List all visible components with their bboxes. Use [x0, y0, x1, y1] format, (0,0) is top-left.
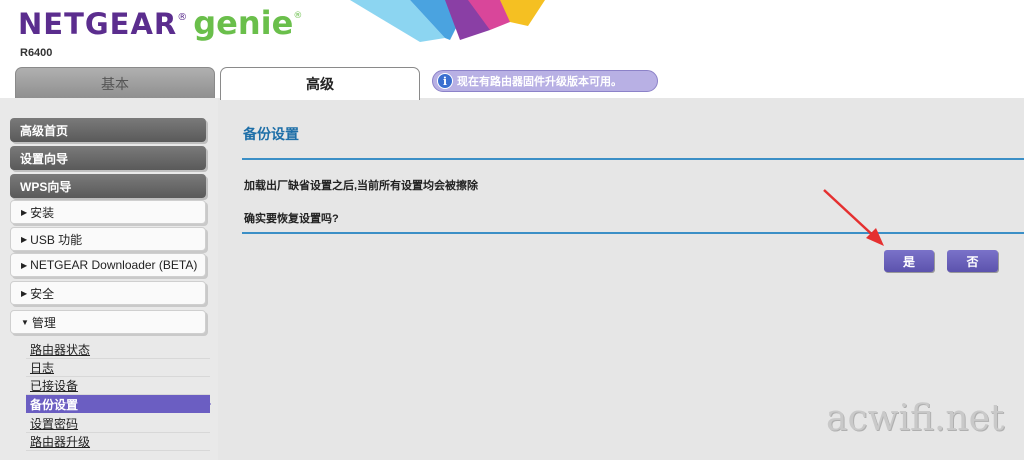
expand-arrow-icon: ▶ [21, 207, 28, 217]
left-navigation: 高级首页 设置向导 WPS向导 ▶ 安装 ▶ USB 功能 ▶ NETGEAR … [0, 98, 218, 460]
header-decoration [350, 0, 545, 42]
nav-section-security[interactable]: ▶ 安全 [10, 281, 206, 305]
nav-set-password[interactable]: 设置密码 [26, 415, 210, 433]
nav-section-setup[interactable]: ▶ 安装 [10, 200, 206, 224]
nav-attached-devices[interactable]: 已接设备 [26, 377, 210, 395]
nav-wps-wizard[interactable]: WPS向导 [10, 174, 206, 198]
nav-section-label: 安全 [30, 286, 55, 301]
watermark-text: acwifi.net [826, 398, 1005, 439]
nav-backup-settings[interactable]: 备份设置 [26, 395, 210, 413]
expand-arrow-icon: ▶ [21, 288, 28, 298]
nav-section-label: 安装 [30, 205, 55, 220]
netgear-genie-logo: NETGEAR ® genie ® [18, 4, 302, 42]
nav-router-update[interactable]: 路由器升级 [26, 433, 210, 451]
expand-arrow-icon: ▶ [21, 234, 28, 244]
confirm-restore-text: 确实要恢复设置吗? [244, 213, 339, 225]
nav-section-label: 管理 [31, 315, 56, 330]
tab-basic[interactable]: 基本 [15, 67, 215, 99]
firmware-update-notice[interactable]: i 现在有路由器固件升级版本可用。 [432, 70, 658, 92]
annotation-arrow-icon [823, 189, 884, 246]
active-item-pointer-icon [203, 395, 211, 413]
nav-advanced-home[interactable]: 高级首页 [10, 118, 206, 142]
collapse-arrow-icon: ▼ [21, 317, 29, 327]
tab-advanced[interactable]: 高级 [220, 67, 420, 100]
brand-genie-text: genie [193, 4, 294, 42]
nav-logs[interactable]: 日志 [26, 359, 210, 377]
nav-setup-wizard[interactable]: 设置向导 [10, 146, 206, 170]
brand-netgear-text: NETGEAR [18, 7, 178, 41]
brand-registered-mark: ® [177, 12, 188, 23]
no-button[interactable]: 否 [947, 250, 998, 272]
firmware-update-text[interactable]: 现在有路由器固件升级版本可用。 [457, 73, 622, 89]
expand-arrow-icon: ▶ [21, 260, 28, 270]
nav-section-label: NETGEAR Downloader (BETA) [30, 258, 198, 272]
content-divider [242, 232, 1024, 234]
page-title: 备份设置 [243, 126, 299, 142]
nav-section-usb[interactable]: ▶ USB 功能 [10, 227, 206, 251]
nav-section-downloader[interactable]: ▶ NETGEAR Downloader (BETA) [10, 253, 206, 277]
yes-button[interactable]: 是 [884, 250, 934, 272]
nav-section-label: USB 功能 [30, 232, 83, 247]
erase-warning-text: 加载出厂缺省设置之后,当前所有设置均会被擦除 [244, 180, 479, 192]
router-admin-page: NETGEAR ® genie ® R6400 基本 高级 i 现在有路由器固件… [0, 0, 1024, 460]
nav-router-status[interactable]: 路由器状态 [26, 341, 210, 359]
info-icon: i [437, 73, 453, 89]
genie-registered-mark: ® [293, 11, 303, 21]
nav-section-admin[interactable]: ▼ 管理 [10, 310, 206, 334]
title-divider [242, 158, 1024, 160]
router-model: R6400 [20, 47, 53, 59]
